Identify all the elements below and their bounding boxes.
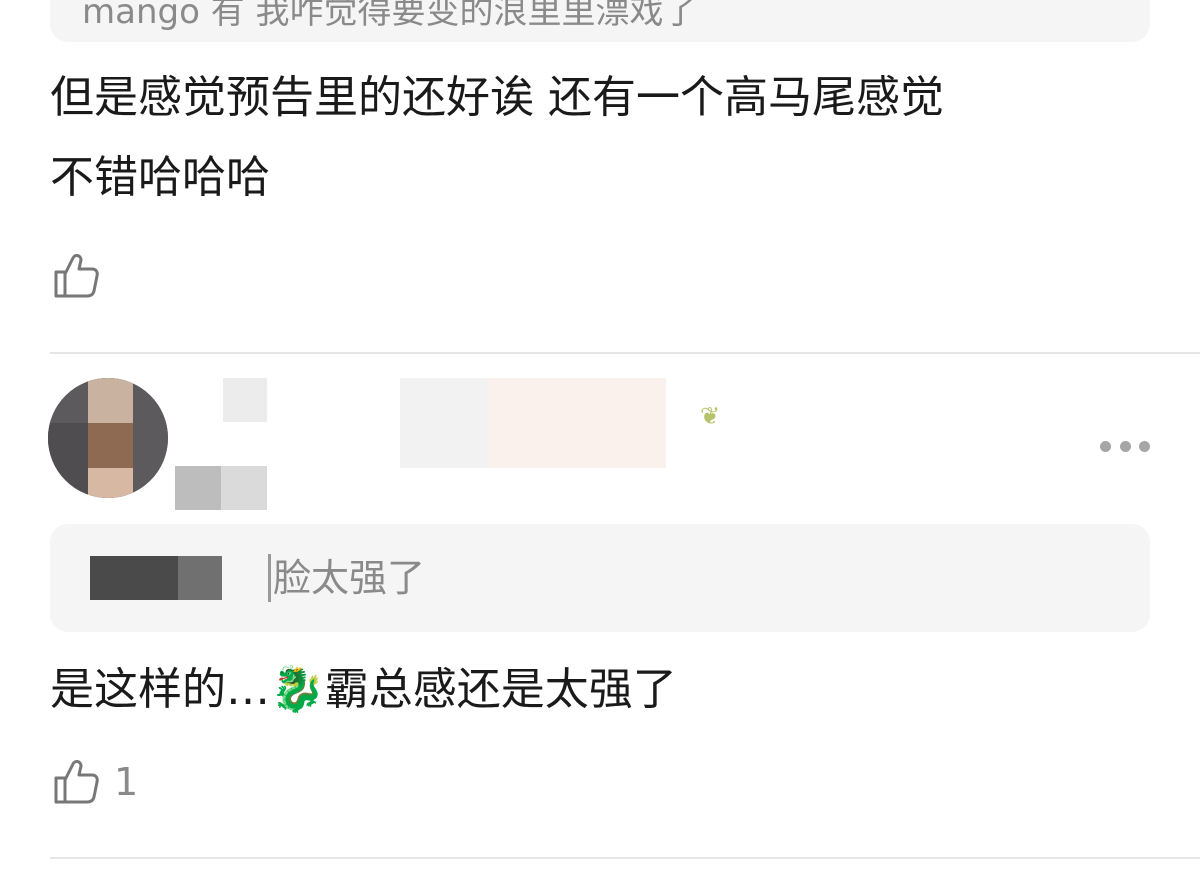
- like-count: 1: [114, 760, 139, 804]
- comment-text-line: 不错哈哈哈: [50, 152, 270, 203]
- dragon-emoji: 🐉: [270, 664, 325, 715]
- divider: [50, 857, 1200, 859]
- leaf-icon: ❦: [700, 402, 721, 430]
- thumbs-up-icon: [50, 756, 102, 808]
- quoted-author-hidden: [90, 556, 222, 600]
- divider: [50, 352, 1200, 354]
- comment-text: 是这样的…🐉霸总感还是太强了: [50, 650, 1150, 730]
- quoted-reply-text: 脸太强了: [268, 554, 425, 602]
- quoted-reply[interactable]: 脸太强了: [50, 524, 1150, 632]
- username-hidden: [400, 378, 666, 468]
- comment-text-line: 但是感觉预告里的还好诶 还有一个高马尾感觉: [50, 72, 944, 123]
- username-hidden: [175, 378, 267, 510]
- comment-text-part: 是这样的…: [50, 664, 270, 715]
- avatar[interactable]: [48, 378, 168, 498]
- thumbs-up-icon: [50, 250, 102, 302]
- quoted-reply[interactable]: mango 有 我咋觉得要变的浪里里漂戏了: [50, 0, 1150, 42]
- comment-text: 但是感觉预告里的还好诶 还有一个高马尾感觉 不错哈哈哈: [50, 58, 1150, 218]
- comment-text-part: 霸总感还是太强了: [324, 664, 677, 715]
- more-horizontal-icon: [1100, 440, 1111, 452]
- like-button[interactable]: [50, 250, 114, 302]
- more-options-button[interactable]: [1100, 434, 1150, 458]
- quoted-reply-text: mango 有 我咋觉得要变的浪里里漂戏了: [82, 0, 698, 32]
- like-button[interactable]: 1: [50, 756, 138, 808]
